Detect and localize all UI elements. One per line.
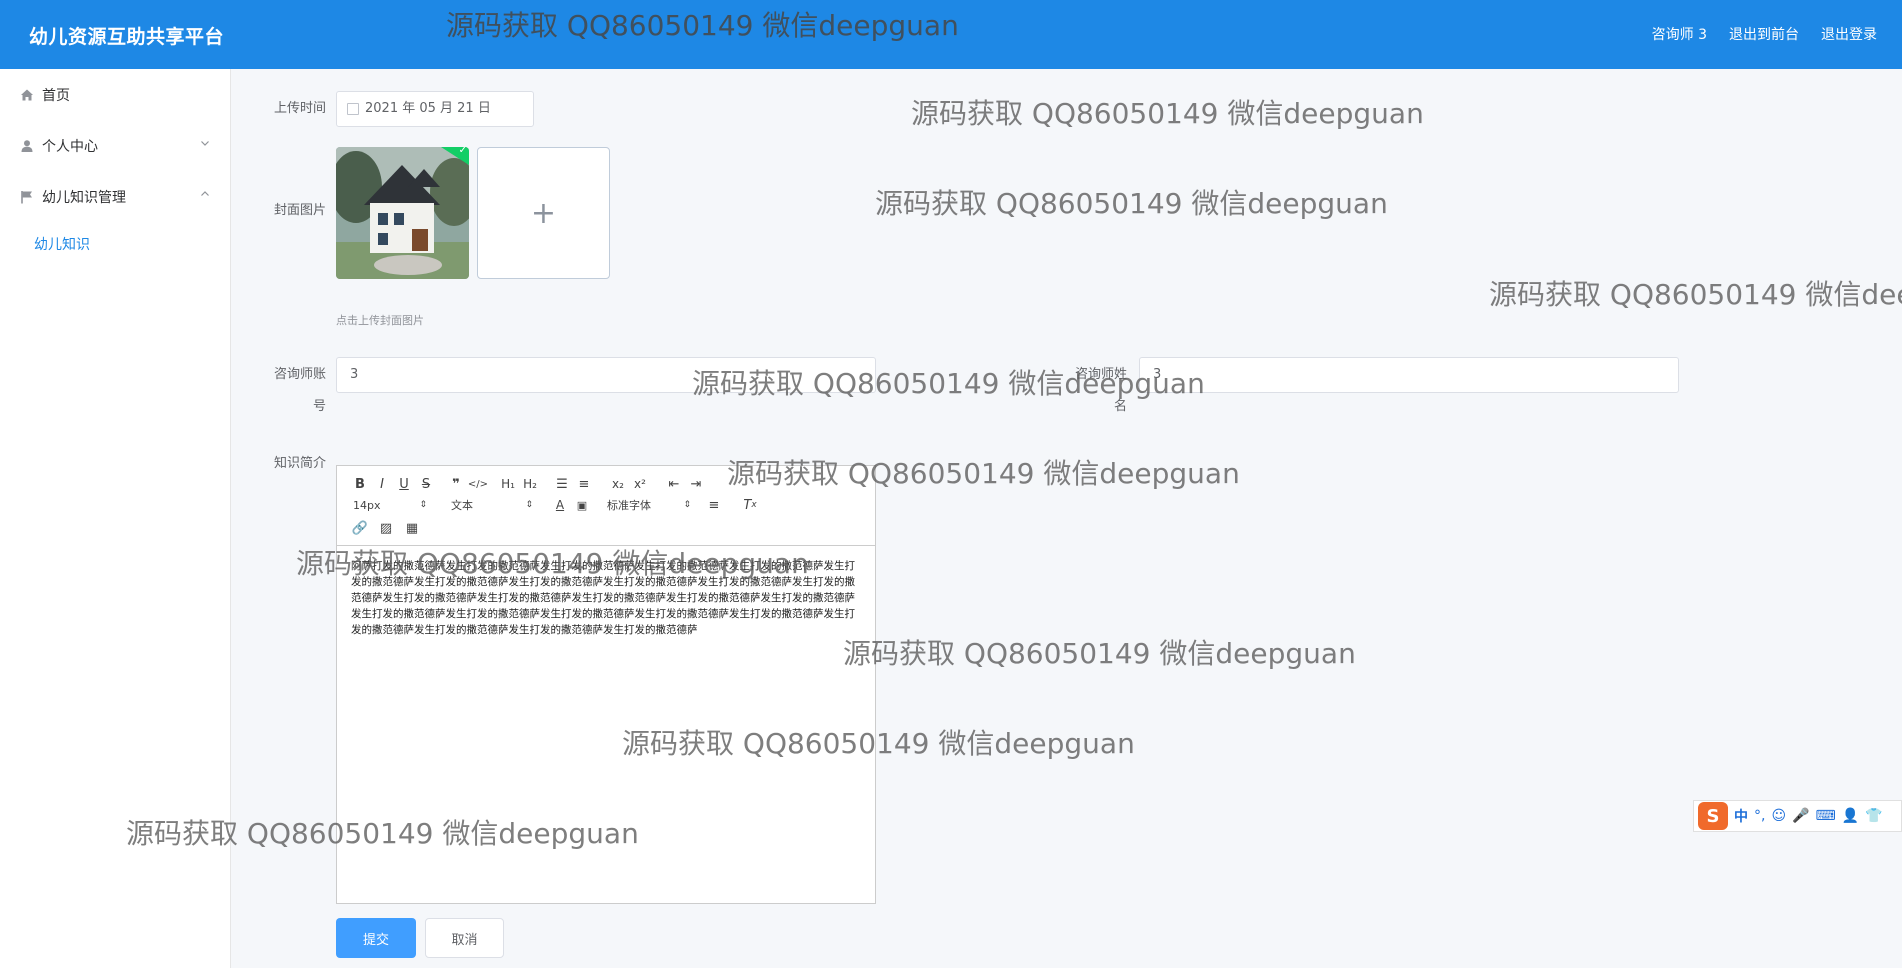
top-navbar: 幼儿资源互助共享平台 咨询师 3 退出到前台 退出登录	[0, 0, 1902, 69]
plus-icon: +	[530, 195, 557, 231]
editor-toolbar: B I U S ❞ </> H₁ H₂ ☰ ≡ x₂ x² ⇤ ⇥ 14px ⇕…	[337, 466, 875, 546]
upload-cover-button[interactable]: +	[477, 147, 610, 279]
heading-1-icon[interactable]: H₁	[497, 474, 519, 494]
sidebar-item-personal-center[interactable]: 个人中心	[0, 120, 230, 171]
sidebar-subitem-knowledge[interactable]: 幼儿知识	[0, 222, 230, 265]
sidebar: 首页 个人中心 幼儿知识管理 幼儿知识	[0, 69, 231, 968]
ime-toolbar[interactable]: S 中 °, ☺ 🎤 ⌨ 👤 👕	[1693, 800, 1902, 832]
blockquote-icon[interactable]: ❞	[445, 474, 467, 494]
counselor-name-label: 咨询师姓 名	[1064, 357, 1127, 425]
editor-content[interactable]: 阿萨打发的撒范德萨发生打发的撒范德萨发生打发的撒范德萨发生打发的撒范德萨发生打发…	[351, 558, 861, 638]
sidebar-item-label: 幼儿知识管理	[42, 189, 126, 206]
video-icon[interactable]: ▦	[401, 518, 423, 538]
toolbar-row-2: 14px ⇕ 文本 ⇕ A ▣ 标准字体 ⇕ ≡ Tx	[349, 495, 761, 515]
strikethrough-icon[interactable]: S	[415, 474, 437, 494]
sogou-logo-icon: S	[1698, 802, 1728, 830]
logout-link[interactable]: 退出登录	[1821, 24, 1877, 44]
heading-2-icon[interactable]: H₂	[519, 474, 541, 494]
microphone-icon[interactable]: 🎤	[1792, 808, 1809, 824]
header-links: 咨询师 3 退出到前台 退出登录	[1652, 24, 1877, 44]
counselor-name-label-line1: 咨询师姓	[1074, 367, 1127, 382]
font-size-select[interactable]: 14px ⇕	[349, 499, 427, 512]
rich-text-editor[interactable]: B I U S ❞ </> H₁ H₂ ☰ ≡ x₂ x² ⇤ ⇥ 14px ⇕…	[336, 465, 876, 904]
punctuation-icon[interactable]: °,	[1754, 808, 1765, 824]
subscript-icon[interactable]: x₂	[607, 474, 629, 494]
check-icon: ✓	[458, 147, 467, 156]
italic-icon[interactable]: I	[371, 474, 393, 494]
select-arrows-icon: ⇕	[525, 500, 533, 510]
font-color-icon[interactable]: A	[549, 495, 571, 515]
calendar-icon	[347, 103, 359, 115]
code-block-icon[interactable]: </>	[467, 474, 489, 494]
bold-icon[interactable]: B	[349, 474, 371, 494]
sidebar-item-knowledge-management[interactable]: 幼儿知识管理	[0, 171, 230, 222]
clear-format-icon[interactable]: Tx	[739, 495, 761, 515]
toolbar-row-1: B I U S ❞ </> H₁ H₂ ☰ ≡ x₂ x² ⇤ ⇥	[349, 474, 707, 494]
select-arrows-icon: ⇕	[419, 500, 427, 510]
ime-language[interactable]: 中	[1734, 806, 1748, 826]
upload-time-value: 2021 年 05 月 21 日	[365, 101, 491, 116]
counselor-account-label-line2: 号	[312, 399, 326, 414]
image-icon[interactable]: ▨	[375, 518, 397, 538]
emoji-icon[interactable]: ☺	[1771, 808, 1786, 824]
sidebar-item-label: 个人中心	[42, 138, 98, 155]
submit-button[interactable]: 提交	[336, 918, 416, 958]
flag-icon	[20, 190, 34, 204]
font-size-value: 14px	[353, 498, 381, 512]
counselor-account-input[interactable]: 3	[336, 357, 876, 393]
app-title: 幼儿资源互助共享平台	[29, 26, 225, 48]
ordered-list-icon[interactable]: ☰	[551, 474, 573, 494]
user-icon[interactable]: 👤	[1842, 808, 1859, 824]
counselor-account-label: 咨询师账 号	[263, 357, 326, 425]
text-type-select[interactable]: 文本 ⇕	[451, 497, 533, 513]
background-color-icon[interactable]: ▣	[571, 495, 593, 515]
superscript-icon[interactable]: x²	[629, 474, 651, 494]
user-icon	[20, 139, 34, 153]
current-user[interactable]: 咨询师 3	[1652, 24, 1707, 44]
outdent-icon[interactable]: ⇤	[663, 474, 685, 494]
keyboard-icon[interactable]: ⌨	[1816, 808, 1836, 824]
font-family-value: 标准字体	[607, 499, 651, 512]
indent-icon[interactable]: ⇥	[685, 474, 707, 494]
home-icon	[20, 88, 34, 102]
cancel-button[interactable]: 取消	[425, 918, 504, 958]
intro-label: 知识简介	[273, 456, 326, 471]
cover-label: 封面图片	[273, 203, 326, 218]
bullet-list-icon[interactable]: ≡	[573, 474, 595, 494]
sidebar-item-home[interactable]: 首页	[0, 69, 230, 120]
counselor-name-input[interactable]: 3	[1139, 357, 1679, 393]
upload-time-field[interactable]: 2021 年 05 月 21 日	[336, 91, 534, 127]
back-to-front-link[interactable]: 退出到前台	[1729, 24, 1799, 44]
chevron-up-icon	[200, 188, 210, 202]
skin-icon[interactable]: 👕	[1865, 808, 1882, 824]
link-icon[interactable]: 🔗	[349, 518, 371, 538]
chevron-down-icon	[200, 137, 210, 151]
font-family-select[interactable]: 标准字体 ⇕	[607, 497, 691, 513]
underline-icon[interactable]: U	[393, 474, 415, 494]
align-icon[interactable]: ≡	[703, 495, 725, 515]
select-arrows-icon: ⇕	[683, 500, 691, 510]
cover-image-thumbnail[interactable]: ✓	[336, 147, 469, 279]
counselor-name-label-line2: 名	[1113, 399, 1127, 414]
toolbar-row-3: 🔗 ▨ ▦	[349, 518, 423, 538]
text-type-value: 文本	[451, 499, 473, 512]
upload-time-label: 上传时间	[273, 101, 326, 116]
counselor-account-label-line1: 咨询师账	[273, 367, 326, 382]
upload-hint: 点击上传封面图片	[336, 314, 424, 327]
sidebar-item-label: 首页	[42, 87, 70, 104]
